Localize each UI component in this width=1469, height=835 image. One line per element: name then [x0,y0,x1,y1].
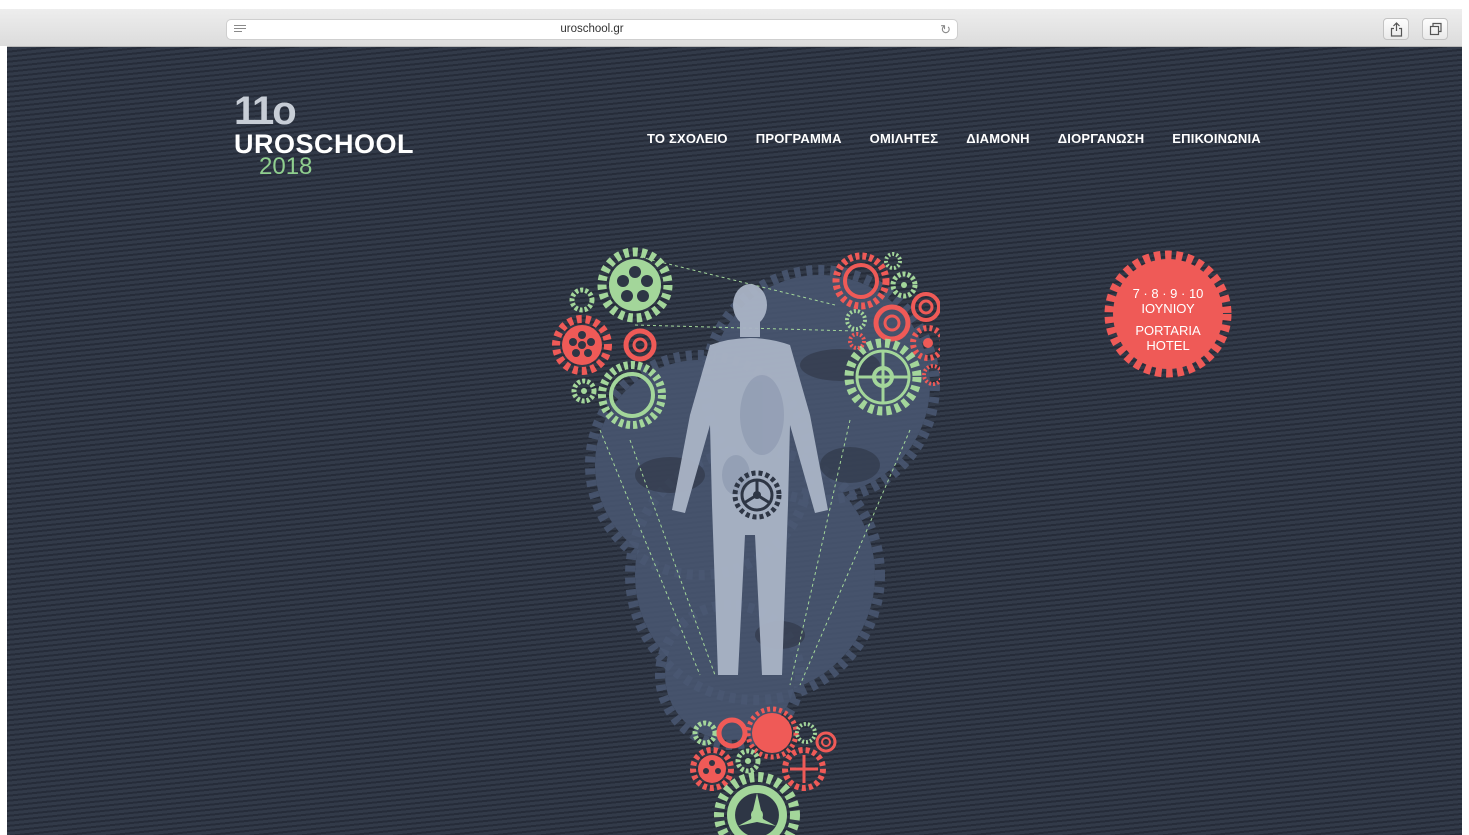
url-text[interactable]: uroschool.gr [227,23,957,35]
nav-item-organization[interactable]: ΔΙΟΡΓΑΝΩΣΗ [1058,131,1145,146]
badge-month: ΙΟΥΝΙΟΥ [1141,301,1195,316]
nav-item-school[interactable]: ΤΟ ΣΧΟΛΕΙΟ [647,131,728,146]
badge-dates: 7 · 8 · 9 · 10 [1132,286,1204,301]
browser-toolbar: uroschool.gr ↻ [0,0,1469,47]
nav-item-program[interactable]: ΠΡΟΓΡΑΜΜΑ [756,131,842,146]
logo-year: 2018 [259,153,313,180]
share-button[interactable] [1383,18,1409,40]
reload-icon[interactable]: ↻ [940,22,951,38]
tabs-icon [1429,22,1442,36]
logo-edition: 11o [234,89,297,133]
window-left-edge [0,46,7,835]
window-right-edge [1462,0,1469,835]
badge-venue-line2: HOTEL [1146,338,1190,353]
hero-gears-illustration [552,247,940,835]
window-top-edge [0,0,1469,9]
share-icon [1390,22,1403,37]
badge-venue-line1: PORTARIA [1135,323,1201,338]
show-tabs-button[interactable] [1422,18,1448,40]
main-nav: ΤΟ ΣΧΟΛΕΙΟ ΠΡΟΓΡΑΜΜΑ ΟΜΙΛΗΤΕΣ ΔΙΑΜΟΝΗ ΔΙ… [647,131,1261,146]
nav-item-speakers[interactable]: ΟΜΙΛΗΤΕΣ [870,131,939,146]
nav-item-accommodation[interactable]: ΔΙΑΜΟΝΗ [966,131,1029,146]
site-logo[interactable]: 11o UROSCHOOL 2018 [234,91,434,187]
address-bar[interactable]: uroschool.gr ↻ [226,19,958,40]
event-date-badge: 7 · 8 · 9 · 10 ΙΟΥΝΙΟΥ PORTARIA HOTEL [1104,250,1232,378]
web-page: 11o UROSCHOOL 2018 ΤΟ ΣΧΟΛΕΙΟ ΠΡΟΓΡΑΜΜΑ … [7,47,1462,835]
nav-item-contact[interactable]: ΕΠΙΚΟΙΝΩΝΙΑ [1172,131,1261,146]
